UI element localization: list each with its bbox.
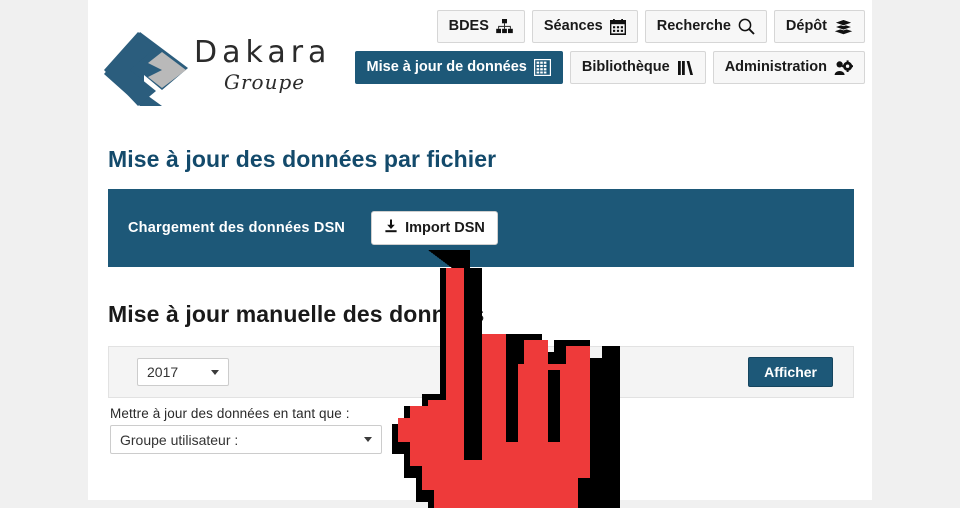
dsn-banner-label: Chargement des données DSN <box>128 220 346 236</box>
layers-stack-icon <box>834 18 853 35</box>
org-chart-icon <box>496 19 513 34</box>
download-import-icon <box>384 219 398 237</box>
afficher-button[interactable]: Afficher <box>748 357 833 387</box>
nav-item-depot[interactable]: Dépôt <box>773 10 865 43</box>
site-header: Dakara Groupe BDES Séances Recherche Dép… <box>88 0 872 122</box>
nav-item-depot-label: Dépôt <box>785 18 827 35</box>
nav-item-mise-a-jour-de-donnees[interactable]: Mise à jour de données <box>354 51 563 84</box>
nav-item-seances-label: Séances <box>543 18 603 35</box>
main-content: Mise à jour des données par fichier Char… <box>88 146 872 454</box>
nav-item-bibliotheque-label: Bibliothèque <box>581 59 670 76</box>
nav-item-mise-a-jour-label: Mise à jour de données <box>366 59 527 76</box>
calendar-icon <box>609 18 626 35</box>
brand-logo[interactable]: Dakara Groupe <box>100 28 340 112</box>
nav-item-administration[interactable]: Administration <box>712 51 865 84</box>
group-select-value: Groupe utilisateur : <box>120 431 239 448</box>
dakara-diamond-logo-icon <box>100 30 192 108</box>
page-title-file-update: Mise à jour des données par fichier <box>108 146 497 172</box>
year-select[interactable]: 2017 <box>137 358 229 386</box>
update-as-label: Mettre à jour des données en tant que : <box>110 406 350 421</box>
nav-item-bdes[interactable]: BDES <box>436 10 525 43</box>
books-icon <box>677 60 694 76</box>
nav-row-secondary: Mise à jour de données Bibliothèque Admi… <box>320 51 865 84</box>
nav-item-bibliotheque[interactable]: Bibliothèque <box>569 51 706 84</box>
nav-item-administration-label: Administration <box>724 59 827 76</box>
page-title-manual-update: Mise à jour manuelle des données <box>108 301 485 327</box>
update-as-field: Mettre à jour des données en tant que : … <box>110 406 854 454</box>
nav-item-bdes-label: BDES <box>448 18 489 35</box>
dsn-upload-banner: Chargement des données DSN Import DSN <box>108 189 854 267</box>
search-icon <box>738 18 755 35</box>
chevron-down-icon <box>364 437 372 442</box>
user-gear-icon <box>834 59 853 76</box>
nav-row-primary: BDES Séances Recherche Dépôt <box>320 10 865 43</box>
nav-item-recherche[interactable]: Recherche <box>644 10 767 43</box>
import-dsn-button-label: Import DSN <box>405 219 485 236</box>
manual-update-toolbar: 2017 Afficher <box>108 346 854 398</box>
nav-item-recherche-label: Recherche <box>656 18 731 35</box>
nav-item-seances[interactable]: Séances <box>531 10 638 43</box>
year-select-value: 2017 <box>147 364 179 380</box>
group-select[interactable]: Groupe utilisateur : <box>110 425 382 454</box>
import-dsn-button[interactable]: Import DSN <box>371 211 498 245</box>
grid-table-icon <box>533 59 551 76</box>
page-container: Dakara Groupe BDES Séances Recherche Dép… <box>88 0 872 500</box>
chevron-down-icon <box>211 369 219 375</box>
main-navigation: BDES Séances Recherche Dépôt Mise à jour… <box>320 10 865 92</box>
